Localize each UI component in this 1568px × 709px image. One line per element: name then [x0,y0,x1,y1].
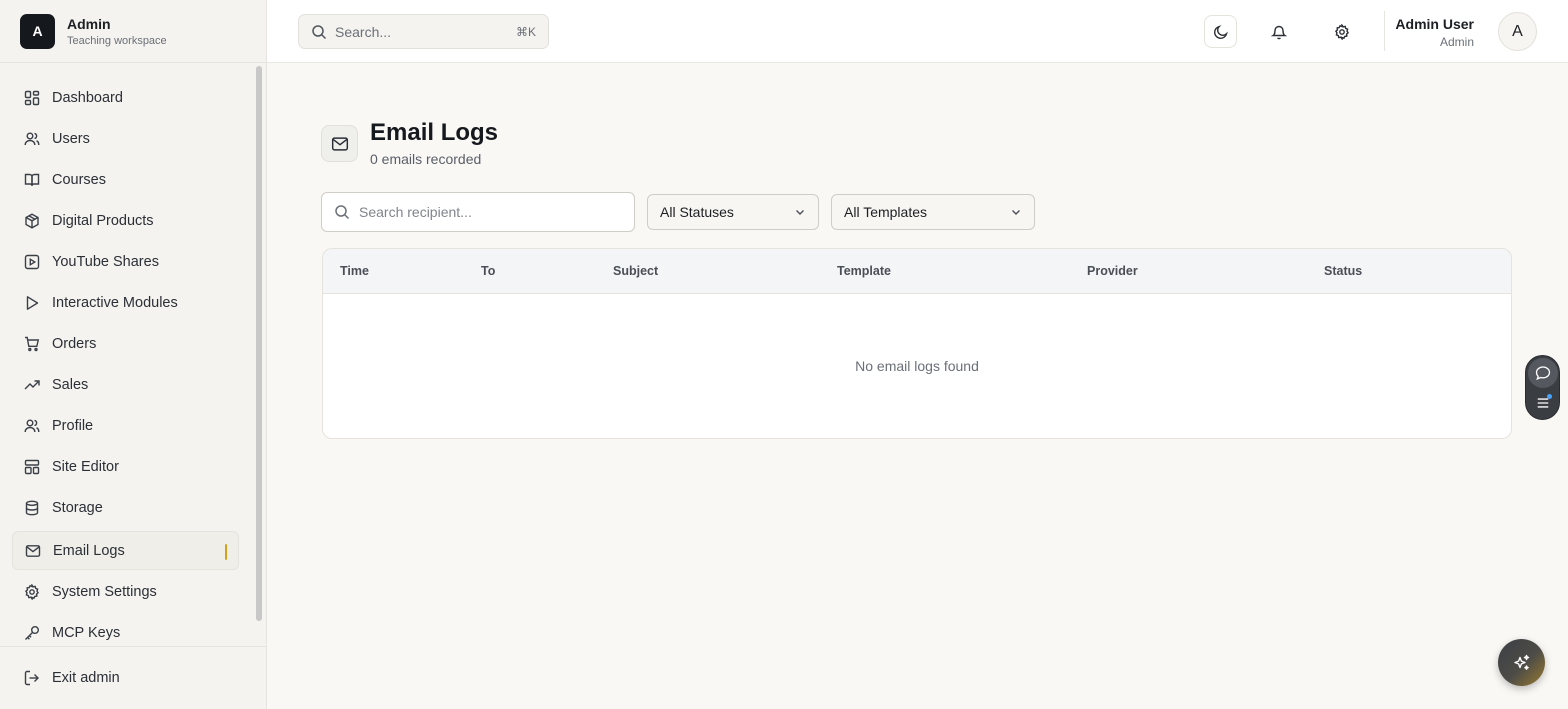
template-filter-value: All Templates [844,204,928,220]
sidebar-item-label: Orders [52,335,97,352]
user-role: Admin [1439,35,1474,49]
column-header-template[interactable]: Template [837,264,891,278]
sidebar-item-label: Dashboard [52,89,123,106]
sidebar-item-label: MCP Keys [52,624,121,641]
brand-header: A Admin Teaching workspace [0,0,266,63]
play-icon [26,295,39,310]
page-title: Email Logs [370,119,499,146]
sidebar-item-label: Sales [52,376,89,393]
gear-icon [1334,23,1349,40]
search-icon [312,24,327,39]
notifications-button[interactable] [1262,15,1295,48]
moon-icon [1213,24,1228,39]
empty-state-message: No email logs found [855,358,979,374]
floating-toolbar [1525,355,1560,420]
book-icon [24,173,40,186]
bell-icon [1270,25,1287,39]
gear-icon [24,583,40,600]
notification-dot [1547,394,1552,399]
sidebar-item-label: Storage [52,499,103,516]
sidebar: A Admin Teaching workspace Dashboard Use… [0,0,267,709]
mail-icon [25,544,41,557]
sidebar-item-label: Courses [52,171,106,188]
global-search[interactable]: Search... ⌘K [298,14,549,49]
exit-admin-label: Exit admin [52,669,120,686]
page-subtitle: 0 emails recorded [370,151,482,167]
sidebar-item-site-editor[interactable]: Site Editor [12,447,239,486]
top-header: Search... ⌘K Admin User Admin A [267,0,1568,63]
sidebar-item-label: YouTube Shares [52,253,159,270]
status-filter-select[interactable]: All Statuses [647,194,819,230]
user-name: Admin User [1395,16,1474,32]
brand-title: Admin [67,15,111,32]
sidebar-item-sales[interactable]: Sales [12,365,239,404]
video-icon [24,254,40,269]
sidebar-item-youtube-shares[interactable]: YouTube Shares [12,242,239,281]
sidebar-item-email-logs[interactable]: Email Logs [12,531,239,570]
users-icon [24,419,40,432]
status-filter-value: All Statuses [660,204,734,220]
header-divider [1384,11,1385,51]
sidebar-item-profile[interactable]: Profile [12,406,239,445]
mail-icon [331,136,348,151]
global-search-placeholder: Search... [335,23,392,40]
sidebar-item-mcp-keys[interactable]: MCP Keys [12,613,239,646]
ai-assistant-button[interactable] [1498,639,1545,686]
sidebar-footer: Exit admin [0,646,266,709]
keyboard-shortcut-hint: ⌘K [515,24,536,39]
sidebar-item-digital-products[interactable]: Digital Products [12,201,239,240]
sidebar-item-label: Email Logs [53,542,125,559]
settings-button[interactable] [1325,15,1358,48]
sparkle-icon [1513,654,1529,670]
table-header: Time To Subject Template Provider Status [323,249,1511,294]
sidebar-item-label: Users [52,130,90,147]
sidebar-item-label: System Settings [52,583,157,600]
column-header-to[interactable]: To [481,264,495,278]
avatar[interactable]: A [1498,12,1537,51]
sidebar-item-system-settings[interactable]: System Settings [12,572,239,611]
recipient-search-input[interactable] [359,204,622,220]
menu-button[interactable] [1528,388,1558,418]
column-header-time[interactable]: Time [340,264,369,278]
sidebar-item-storage[interactable]: Storage [12,488,239,527]
sidebar-scrollbar[interactable] [254,64,263,645]
email-logs-table: Time To Subject Template Provider Status… [322,248,1512,439]
sidebar-item-users[interactable]: Users [12,119,239,158]
theme-toggle-button[interactable] [1204,15,1237,48]
sidebar-item-courses[interactable]: Courses [12,160,239,199]
sidebar-item-dashboard[interactable]: Dashboard [12,78,239,117]
logout-icon [24,670,39,685]
trending-up-icon [24,379,40,389]
sidebar-item-label: Site Editor [52,458,119,475]
key-icon [25,625,39,640]
sidebar-nav: Dashboard Users Courses Digital Products… [0,76,252,646]
template-filter-select[interactable]: All Templates [831,194,1035,230]
column-header-provider[interactable]: Provider [1087,264,1138,278]
sidebar-item-orders[interactable]: Orders [12,324,239,363]
dashboard-icon [24,90,40,105]
chat-button[interactable] [1528,358,1558,388]
chevron-down-icon [796,210,804,215]
recipient-search-field[interactable] [321,192,635,232]
search-icon [335,205,350,220]
package-icon [25,212,39,229]
scrollbar-thumb[interactable] [256,66,262,621]
brand-logo: A [20,13,55,49]
column-header-subject[interactable]: Subject [613,264,658,278]
sidebar-item-interactive-modules[interactable]: Interactive Modules [12,283,239,322]
database-icon [25,500,39,515]
chevron-down-icon [1012,210,1020,215]
chat-bubble-icon [1535,366,1551,381]
column-header-status[interactable]: Status [1324,264,1362,278]
cart-icon [25,336,40,351]
page-icon [321,125,358,162]
sidebar-item-label: Profile [52,417,94,434]
sidebar-item-label: Digital Products [52,212,154,229]
brand-subtitle: Teaching workspace [67,34,167,47]
sidebar-item-label: Interactive Modules [52,294,178,311]
layout-icon [24,459,40,474]
users-icon [24,132,40,145]
exit-admin-button[interactable]: Exit admin [12,658,239,697]
